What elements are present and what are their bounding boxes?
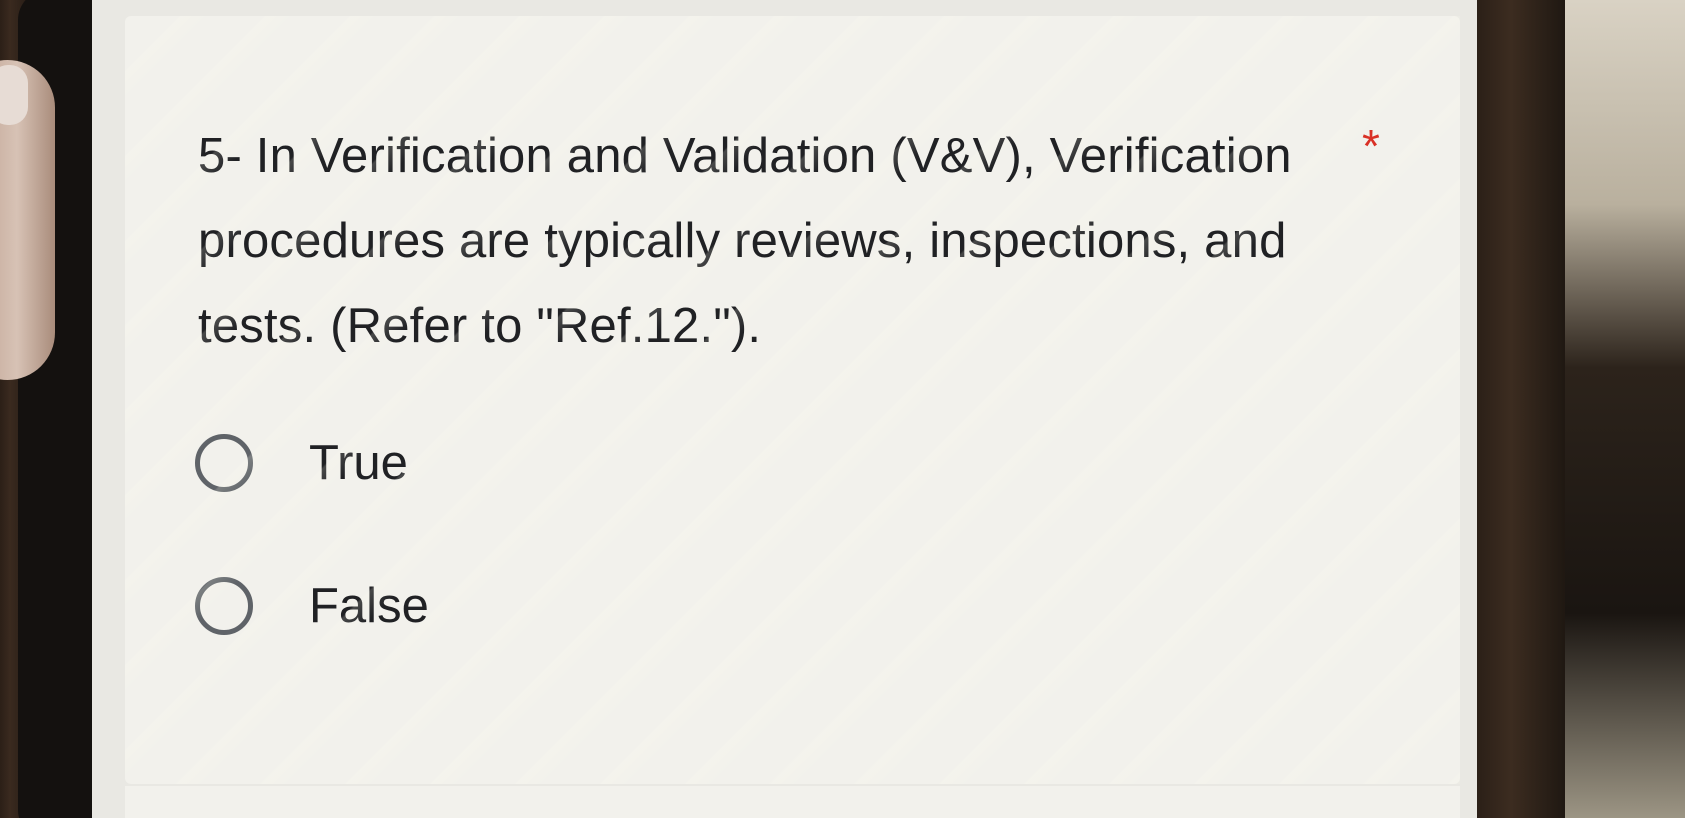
next-card-edge bbox=[125, 786, 1460, 818]
option-label-true: True bbox=[309, 436, 408, 490]
option-false[interactable]: False bbox=[195, 570, 429, 642]
radio-button-false[interactable] bbox=[195, 577, 253, 635]
radio-button-true[interactable] bbox=[195, 434, 253, 492]
question-card: 5- In Verification and Validation (V&V),… bbox=[125, 16, 1460, 784]
finger-nail bbox=[0, 65, 28, 125]
question-text: 5- In Verification and Validation (V&V),… bbox=[198, 129, 1292, 353]
required-asterisk: * bbox=[1362, 120, 1380, 172]
background-room bbox=[1560, 0, 1685, 818]
option-label-false: False bbox=[309, 579, 429, 633]
photo-scene: 5- In Verification and Validation (V&V),… bbox=[0, 0, 1685, 818]
option-true[interactable]: True bbox=[195, 427, 408, 499]
phone-edge bbox=[1475, 0, 1565, 818]
